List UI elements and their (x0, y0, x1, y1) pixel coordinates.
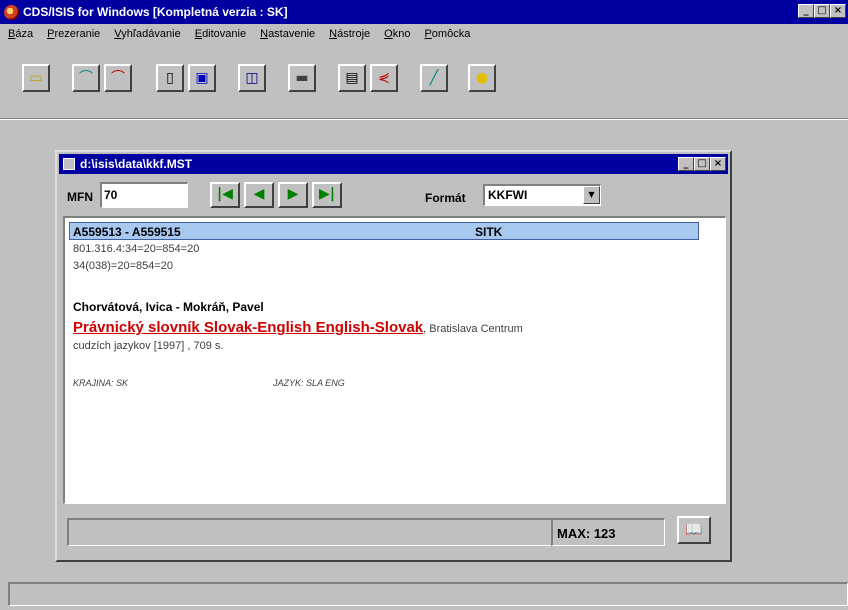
menu-nastroje[interactable]: Nástroje (329, 28, 370, 40)
minimize-button[interactable]: _ (798, 4, 814, 18)
copy-records-icon: ▣ (195, 70, 209, 86)
form-button[interactable]: ▤ (338, 64, 366, 92)
menu-nastavenie[interactable]: Nastavenie (260, 28, 315, 40)
mfn-label: MFN (67, 190, 93, 204)
menu-baza[interactable]: Báza (8, 28, 33, 40)
record-title-link[interactable]: Právnický slovník Slovak-English English… (73, 319, 423, 336)
format-value: KKFWI (488, 188, 528, 202)
menu-prezeranie[interactable]: Prezeranie (47, 28, 100, 40)
last-record-button[interactable]: ▶| (312, 182, 342, 208)
record-title-line: Právnický slovník Slovak-English English… (73, 319, 713, 336)
app-title: CDS/ISIS for Windows [Kompletná verzia :… (23, 5, 288, 19)
record-signature: SITK (475, 225, 503, 239)
print-preview-button[interactable]: ◫ (238, 64, 266, 92)
child-maximize-button[interactable]: □ (694, 157, 710, 171)
database-window-title: d:\isis\data\kkf.MST (80, 157, 193, 171)
edit-pen-icon: ╱ (429, 70, 439, 86)
navigation-row: MFN 70 |◀ ◀ ▶ ▶| Formát KKFWI ▼ (65, 182, 722, 212)
app-icon[interactable] (4, 4, 19, 20)
menu-pomocka[interactable]: Pomôcka (424, 28, 470, 40)
format-label: Formát (425, 191, 466, 205)
document-icon: ▯ (166, 70, 174, 86)
book-button[interactable]: 📖 (677, 516, 711, 544)
open-folder-icon: ▭ (29, 70, 43, 86)
chevron-down-icon[interactable]: ▼ (583, 186, 600, 204)
record-publisher: , Bratislava Centrum (423, 323, 523, 335)
record-classification-2: 34(038)=20=854=20 (73, 260, 174, 272)
mfn-input[interactable]: 70 (100, 182, 188, 208)
previous-record-button[interactable]: ◀ (244, 182, 274, 208)
record-language: JAZYK: SLA ENG (273, 378, 345, 388)
document-button[interactable]: ▯ (156, 64, 184, 92)
form-icon: ▤ (345, 70, 359, 86)
window-controls: _ □ × (798, 4, 846, 18)
menu-editovanie[interactable]: Editovanie (195, 28, 246, 40)
database-icon[interactable] (63, 158, 75, 170)
child-window-controls: _ □ × (678, 157, 726, 171)
record-header: A559513 - A559515 SITK (69, 222, 699, 240)
record-status-panel (67, 518, 553, 546)
next-record-button[interactable]: ▶ (278, 182, 308, 208)
toolbar-divider (0, 118, 848, 120)
copy-records-button[interactable]: ▣ (188, 64, 216, 92)
record-country: KRAJINA: SK (73, 378, 129, 388)
toolbar: ▭ ⌒ ⌒ ▯ ▣ ◫ ▬ ▤ ⋞ ╱ ● (0, 64, 848, 108)
hint-button[interactable]: ● (468, 64, 496, 92)
database-window-titlebar: d:\isis\data\kkf.MST _ □ × (59, 154, 728, 174)
menu-vyhladavanie[interactable]: Vyhľadávanie (114, 28, 180, 40)
print-icon: ▬ (295, 70, 309, 86)
lightbulb-icon: ● (475, 70, 489, 86)
graph-button[interactable]: ⋞ (370, 64, 398, 92)
app-status-bar (8, 582, 848, 606)
search-advanced-button[interactable]: ⌒ (104, 64, 132, 92)
record-id-range: A559513 - A559515 (73, 225, 181, 239)
maximize-button[interactable]: □ (814, 4, 830, 18)
edit-button[interactable]: ╱ (420, 64, 448, 92)
child-minimize-button[interactable]: _ (678, 157, 694, 171)
record-display[interactable]: A559513 - A559515 SITK 801.316.4:34=20=8… (63, 216, 726, 504)
format-select[interactable]: KKFWI ▼ (483, 184, 601, 206)
child-close-button[interactable]: × (710, 157, 726, 171)
record-publisher-continued: cudzích jazykov [1997] , 709 s. (73, 340, 224, 352)
print-preview-icon: ◫ (245, 70, 259, 86)
max-records-panel: MAX: 123 (551, 518, 665, 546)
menu-bar: Báza Prezeranie Vyhľadávanie Editovanie … (0, 24, 848, 44)
menu-okno[interactable]: Okno (384, 28, 410, 40)
search-advanced-icon: ⌒ (111, 70, 125, 86)
record-classification-1: 801.316.4:34=20=854=20 (73, 243, 200, 255)
print-button[interactable]: ▬ (288, 64, 316, 92)
first-record-button[interactable]: |◀ (210, 182, 240, 208)
database-window: d:\isis\data\kkf.MST _ □ × MFN 70 |◀ ◀ ▶… (55, 150, 732, 562)
close-button[interactable]: × (830, 4, 846, 18)
open-button[interactable]: ▭ (22, 64, 50, 92)
book-icon: 📖 (685, 522, 703, 538)
search-button[interactable]: ⌒ (72, 64, 100, 92)
app-titlebar: CDS/ISIS for Windows [Kompletná verzia :… (0, 0, 848, 24)
graph-icon: ⋞ (378, 70, 390, 86)
record-authors: Chorvátová, Ivica - Mokráň, Pavel (73, 300, 264, 314)
search-icon: ⌒ (79, 70, 93, 86)
